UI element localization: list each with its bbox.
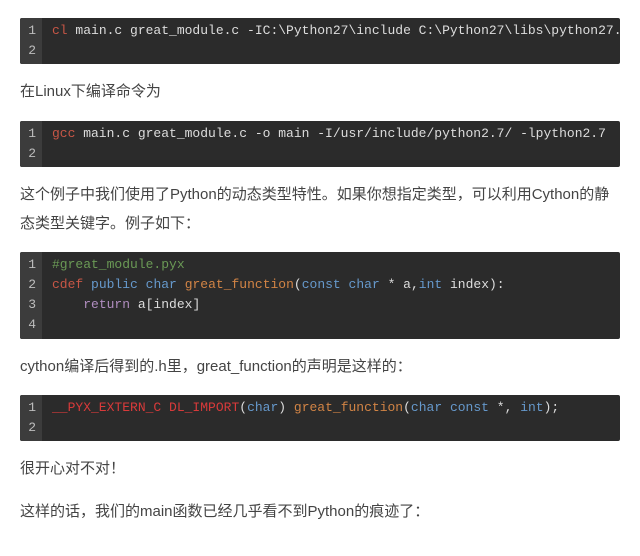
- code-content: cl main.c great_module.c -IC:\Python27\i…: [42, 18, 620, 64]
- code-token: DL_IMPORT: [169, 400, 239, 415]
- code-token: int: [419, 277, 442, 292]
- line-number: 1: [24, 398, 36, 418]
- code-token: const: [302, 277, 341, 292]
- code-token: cdef: [52, 277, 83, 292]
- code-token: gcc: [52, 126, 75, 141]
- code-gutter: 1 2: [20, 18, 42, 64]
- line-number: 1: [24, 21, 36, 41]
- code-token: a[index]: [130, 297, 200, 312]
- code-token: [83, 277, 91, 292]
- line-number: 4: [24, 315, 36, 335]
- line-number: 1: [24, 255, 36, 275]
- code-token: );: [544, 400, 560, 415]
- code-block-pyx: 1 2 3 4 #great_module.pyx cdef public ch…: [20, 252, 620, 339]
- code-token: ): [278, 400, 294, 415]
- code-token: char: [247, 400, 278, 415]
- paragraph: 在Linux下编译命令为: [20, 78, 620, 107]
- code-token: great_function: [185, 277, 294, 292]
- paragraph: 这样的话，我们的main函数已经几乎看不到Python的痕迹了：: [20, 498, 620, 527]
- code-block-header: 1 2 __PYX_EXTERN_C DL_IMPORT(char) great…: [20, 395, 620, 441]
- code-token: index):: [442, 277, 504, 292]
- paragraph: cython编译后得到的.h里，great_function的声明是这样的：: [20, 353, 620, 382]
- code-token: *,: [489, 400, 520, 415]
- code-token: main.c great_module.c -o main -I/usr/inc…: [75, 126, 606, 141]
- code-token: char: [349, 277, 380, 292]
- code-token: [161, 400, 169, 415]
- code-token: [177, 277, 185, 292]
- code-token: main.c great_module.c -IC:\Python27\incl…: [68, 23, 620, 38]
- code-gutter: 1 2: [20, 121, 42, 167]
- code-token: int: [520, 400, 543, 415]
- code-content: gcc main.c great_module.c -o main -I/usr…: [42, 121, 620, 167]
- code-token: great_function: [294, 400, 403, 415]
- line-number: 2: [24, 41, 36, 61]
- code-comment: #great_module.pyx: [52, 257, 185, 272]
- line-number: 1: [24, 124, 36, 144]
- line-number: 2: [24, 144, 36, 164]
- code-token: char: [146, 277, 177, 292]
- code-token: * a,: [380, 277, 419, 292]
- code-token: (: [403, 400, 411, 415]
- code-gutter: 1 2: [20, 395, 42, 441]
- code-token: (: [294, 277, 302, 292]
- code-token: const: [450, 400, 489, 415]
- code-token: char: [411, 400, 442, 415]
- paragraph: 很开心对不对！: [20, 455, 620, 484]
- paragraph: 这个例子中我们使用了Python的动态类型特性。如果你想指定类型，可以利用Cyt…: [20, 181, 620, 238]
- code-token: [442, 400, 450, 415]
- code-gutter: 1 2 3 4: [20, 252, 42, 339]
- code-content: __PYX_EXTERN_C DL_IMPORT(char) great_fun…: [42, 395, 620, 441]
- code-token: __PYX_EXTERN_C: [52, 400, 161, 415]
- code-token: (: [239, 400, 247, 415]
- code-token: [341, 277, 349, 292]
- code-block-cl: 1 2 cl main.c great_module.c -IC:\Python…: [20, 18, 620, 64]
- code-token: cl: [52, 23, 68, 38]
- code-content: #great_module.pyx cdef public char great…: [42, 252, 620, 339]
- line-number: 3: [24, 295, 36, 315]
- code-token: public: [91, 277, 138, 292]
- code-token: [52, 297, 83, 312]
- line-number: 2: [24, 418, 36, 438]
- code-token: return: [83, 297, 130, 312]
- code-token: [138, 277, 146, 292]
- line-number: 2: [24, 275, 36, 295]
- code-block-gcc: 1 2 gcc main.c great_module.c -o main -I…: [20, 121, 620, 167]
